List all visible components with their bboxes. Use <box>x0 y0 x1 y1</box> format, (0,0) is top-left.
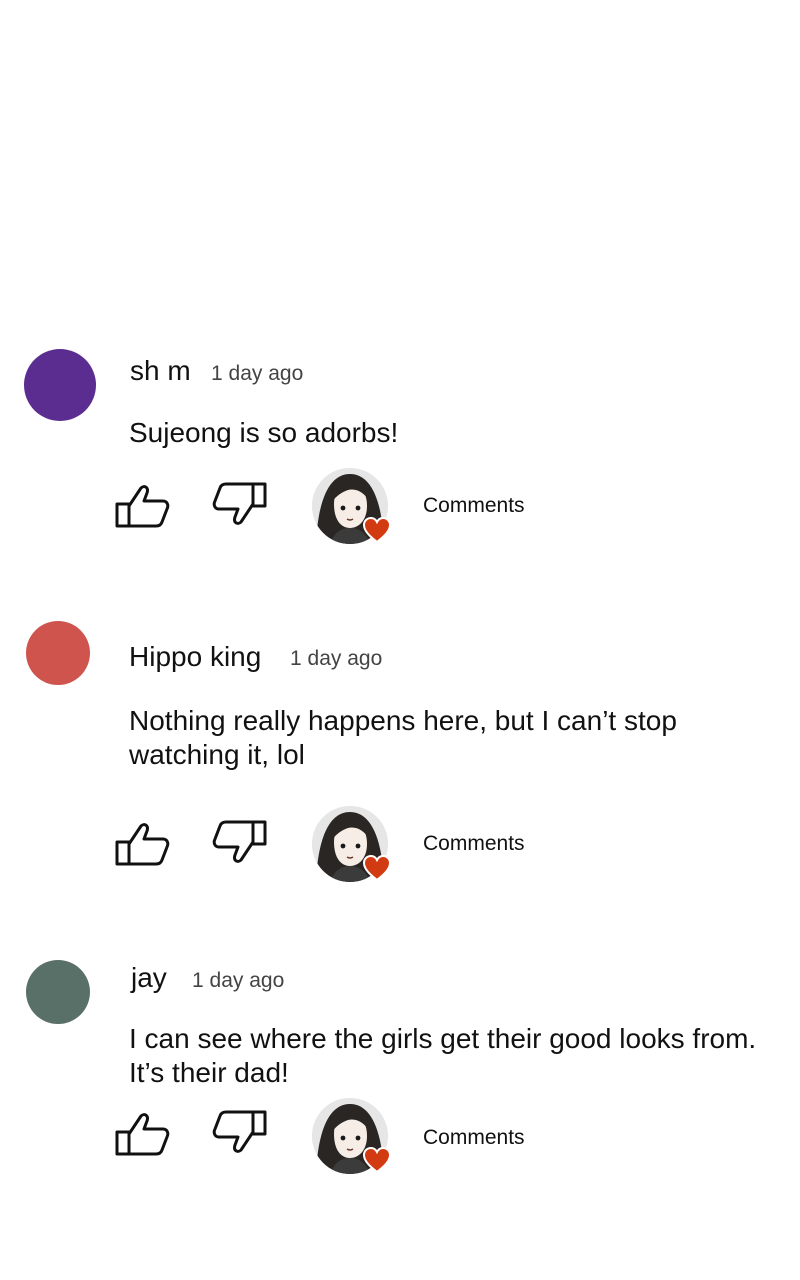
avatar[interactable] <box>26 960 90 1024</box>
comment-timestamp: 1 day ago <box>290 647 383 670</box>
comment-text: Sujeong is so adorbs! <box>129 417 399 448</box>
reaction-avatar[interactable] <box>312 468 392 546</box>
heart-icon <box>362 854 392 882</box>
comment-timestamp: 1 day ago <box>192 969 285 992</box>
thumbs-down-icon <box>212 820 267 863</box>
thumbs-up-icon <box>115 823 170 866</box>
comments-link[interactable]: Comments <box>423 494 525 518</box>
comment-timestamp: 1 day ago <box>211 362 304 385</box>
thumbs-up-icon <box>115 485 170 528</box>
comment-text: I can see where the girls get their good… <box>129 1023 757 1088</box>
like-button[interactable] <box>114 820 170 868</box>
heart-icon <box>362 516 392 544</box>
heart-icon <box>362 1146 392 1174</box>
thumbs-down-icon <box>212 1110 267 1153</box>
like-button[interactable] <box>114 1110 170 1158</box>
comment-text: Nothing really happens here, but I can’t… <box>129 705 677 770</box>
reaction-avatar[interactable] <box>312 1098 392 1176</box>
avatar[interactable] <box>26 621 90 685</box>
avatar[interactable] <box>24 349 96 421</box>
comments-page: sh m 1 day ago Sujeong is so adorbs! Com… <box>0 0 800 1280</box>
thumbs-down-icon <box>212 482 267 525</box>
dislike-button[interactable] <box>212 480 268 528</box>
dislike-button[interactable] <box>212 818 268 866</box>
comment-actions: Comments <box>0 466 800 546</box>
reaction-avatar[interactable] <box>312 806 392 884</box>
thumbs-up-icon <box>115 1113 170 1156</box>
comment-actions: Comments <box>0 804 800 884</box>
comments-link[interactable]: Comments <box>423 832 525 856</box>
comments-link[interactable]: Comments <box>423 1126 525 1150</box>
comment-author[interactable]: sh m <box>130 355 191 387</box>
like-button[interactable] <box>114 482 170 530</box>
comment-actions: Comments <box>0 1098 800 1178</box>
comment-author[interactable]: jay <box>131 962 167 994</box>
comment-author[interactable]: Hippo king <box>129 641 261 673</box>
dislike-button[interactable] <box>212 1108 268 1156</box>
